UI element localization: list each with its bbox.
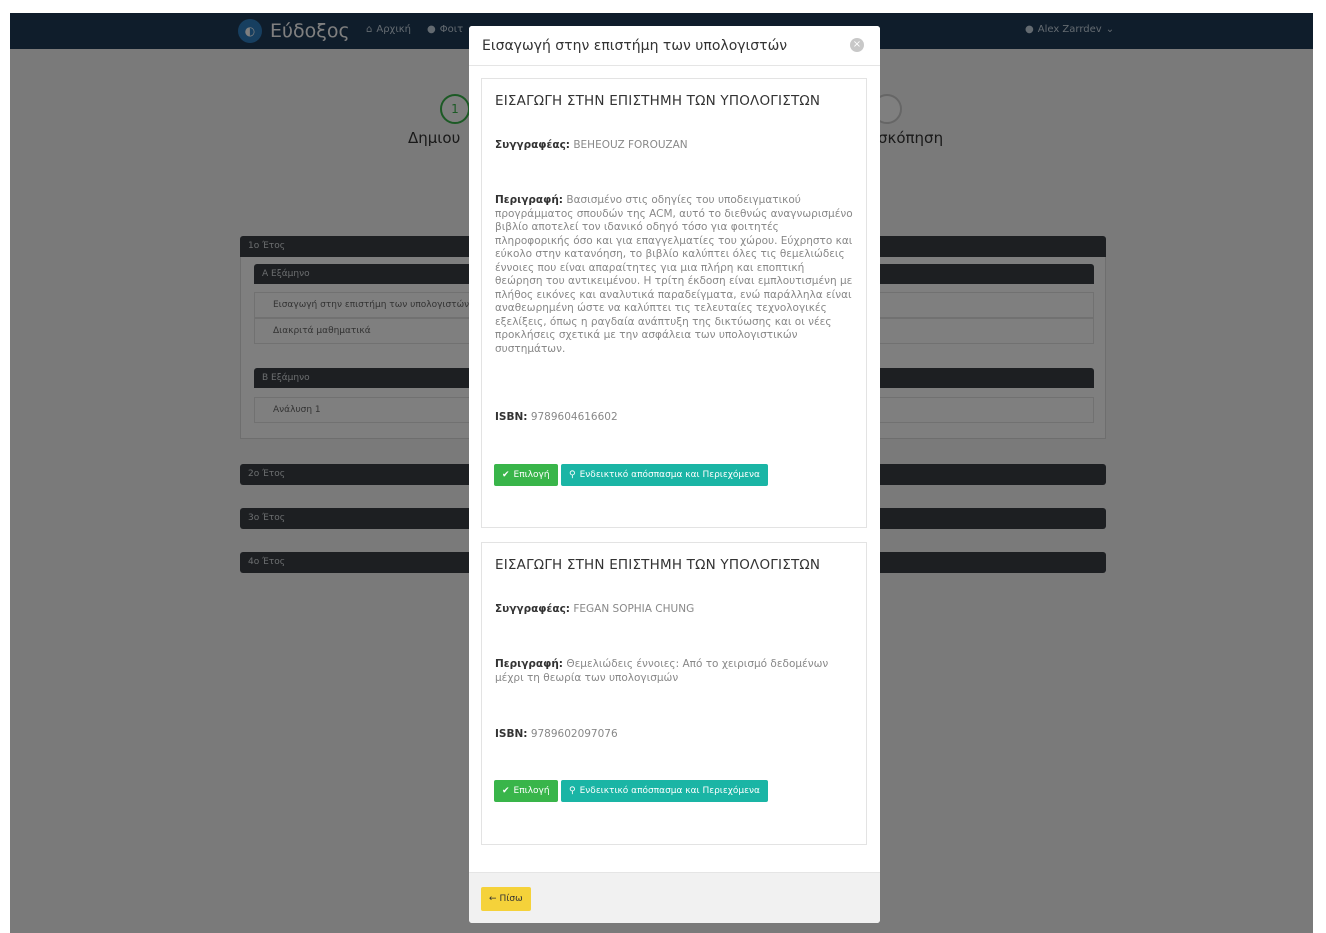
book-title: ΕΙΣΑΓΩΓΗ ΣΤΗΝ ΕΠΙΣΤΗΜΗ ΤΩΝ ΥΠΟΛΟΓΙΣΤΩΝ	[495, 93, 821, 109]
author-value: FEGAN SOPHIA CHUNG	[573, 603, 695, 615]
back-button[interactable]: ← Πίσω	[481, 887, 531, 911]
search-icon: ⚲	[569, 470, 576, 480]
search-icon: ⚲	[569, 786, 576, 796]
book-card: ΕΙΣΑΓΩΓΗ ΣΤΗΝ ΕΠΙΣΤΗΜΗ ΤΩΝ ΥΠΟΛΟΓΙΣΤΩΝ Σ…	[481, 78, 867, 528]
description-label: Περιγραφή:	[495, 194, 564, 206]
book-description: Περιγραφή: Θεμελιώδεις έννοιες: Από το χ…	[495, 658, 855, 685]
preview-button[interactable]: ⚲ Ενδεικτικό απόσπασμα και Περιεχόμενα	[561, 780, 768, 802]
book-author: Συγγραφέας: BEHEOUZ FOROUZAN	[495, 139, 855, 153]
check-icon: ✔	[502, 786, 510, 796]
select-button[interactable]: ✔ Επιλογή	[494, 464, 558, 486]
author-label: Συγγραφέας:	[495, 603, 570, 615]
select-button[interactable]: ✔ Επιλογή	[494, 780, 558, 802]
book-isbn: ISBN: 9789602097076	[495, 728, 855, 742]
preview-button[interactable]: ⚲ Ενδεικτικό απόσπασμα και Περιεχόμενα	[561, 464, 768, 486]
select-label: Επιλογή	[513, 786, 550, 796]
back-label: Πίσω	[499, 894, 523, 904]
book-author: Συγγραφέας: FEGAN SOPHIA CHUNG	[495, 603, 855, 617]
isbn-value: 9789604616602	[530, 411, 618, 423]
isbn-label: ISBN:	[495, 411, 528, 423]
isbn-label: ISBN:	[495, 728, 528, 740]
book-selection-modal: Εισαγωγή στην επιστήμη των υπολογιστών ×…	[469, 26, 880, 923]
description-label: Περιγραφή:	[495, 658, 564, 670]
book-card: ΕΙΣΑΓΩΓΗ ΣΤΗΝ ΕΠΙΣΤΗΜΗ ΤΩΝ ΥΠΟΛΟΓΙΣΤΩΝ Σ…	[481, 542, 867, 845]
author-value: BEHEOUZ FOROUZAN	[573, 139, 688, 151]
arrow-left-icon: ←	[489, 894, 497, 904]
modal-title: Εισαγωγή στην επιστήμη των υπολογιστών	[482, 38, 788, 54]
modal-footer: ← Πίσω	[469, 872, 880, 923]
book-isbn: ISBN: 9789604616602	[495, 411, 855, 425]
select-label: Επιλογή	[513, 470, 550, 480]
close-icon[interactable]: ×	[850, 38, 864, 52]
preview-label: Ενδεικτικό απόσπασμα και Περιεχόμενα	[579, 786, 760, 796]
book-title: ΕΙΣΑΓΩΓΗ ΣΤΗΝ ΕΠΙΣΤΗΜΗ ΤΩΝ ΥΠΟΛΟΓΙΣΤΩΝ	[495, 557, 821, 573]
preview-label: Ενδεικτικό απόσπασμα και Περιεχόμενα	[579, 470, 760, 480]
modal-header: Εισαγωγή στην επιστήμη των υπολογιστών ×	[469, 26, 880, 66]
book-description: Περιγραφή: Βασισμένο στις οδηγίες του υπ…	[495, 194, 855, 356]
modal-body: ΕΙΣΑΓΩΓΗ ΣΤΗΝ ΕΠΙΣΤΗΜΗ ΤΩΝ ΥΠΟΛΟΓΙΣΤΩΝ Σ…	[469, 66, 880, 872]
check-icon: ✔	[502, 470, 510, 480]
app-window: ◐ Εύδοξος ⌂ Αρχική ● Φοιτ ● Alex Zarrdev…	[10, 13, 1313, 933]
description-value: Βασισμένο στις οδηγίες του υποδειγματικο…	[495, 194, 853, 355]
isbn-value: 9789602097076	[530, 728, 618, 740]
author-label: Συγγραφέας:	[495, 139, 570, 151]
